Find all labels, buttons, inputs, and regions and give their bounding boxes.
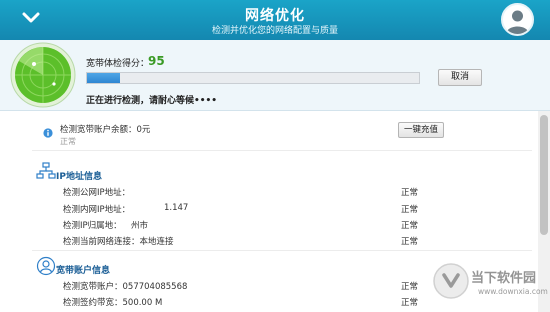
ip-row-status: 正常 [401, 237, 419, 247]
scan-progress-bar [86, 72, 420, 84]
window-title: 网络优化 [245, 8, 305, 24]
window-subtitle: 检测并优化您的网络配置与质量 [211, 26, 338, 36]
radar-scan-icon [10, 42, 76, 108]
ip-row-value: 1.147 [164, 203, 189, 213]
account-balance-label: 检测宽带账户余额：0元 [60, 125, 151, 135]
ip-row-label: 检测内网IP地址： [63, 205, 131, 215]
ip-row-label: 检测IP归属地： [63, 221, 122, 231]
score-value: 95 [148, 54, 165, 68]
ip-row-label: 检测当前网络连接：本地连接 [63, 237, 174, 247]
score-panel: 宽带体检得分： 95 取消 正在进行检测，请耐心等候•••• [0, 40, 550, 111]
score-label: 宽带体检得分： [86, 59, 150, 69]
account-row-label: 检测宽带账户：057704085568 [63, 282, 188, 292]
account-row-label: 检测签约带宽：500.00 M [63, 298, 163, 308]
results-panel: 检测宽带账户余额：0元 正常 一键充值 IP地址信息 检测公网IP地址： 正常 … [0, 111, 550, 312]
user-account-icon [36, 256, 56, 276]
cancel-button[interactable]: 取消 [438, 69, 482, 86]
account-row-status: 正常 [401, 282, 419, 292]
recharge-button[interactable]: 一键充值 [398, 122, 444, 138]
vertical-scrollbar[interactable] [538, 111, 550, 312]
network-topology-icon [36, 162, 56, 180]
ip-section-title: IP地址信息 [56, 172, 102, 182]
scan-progress-fill [87, 73, 121, 83]
ip-row-status: 正常 [401, 221, 419, 231]
title-bar: 网络优化 检测并优化您的网络配置与质量 [0, 0, 550, 40]
ip-row-label: 检测公网IP地址： [63, 188, 131, 198]
ip-row-value: 州市 [131, 221, 149, 231]
user-avatar-icon[interactable] [501, 3, 534, 36]
divider [32, 250, 532, 251]
scan-status-text: 正在进行检测，请耐心等候•••• [86, 96, 218, 106]
account-row-status: 正常 [401, 298, 419, 308]
scrollbar-thumb[interactable] [540, 115, 548, 235]
ip-row-status: 正常 [401, 188, 419, 198]
divider [32, 150, 532, 151]
ip-row-status: 正常 [401, 205, 419, 215]
account-section-title: 宽带账户信息 [56, 266, 111, 276]
account-balance-status: 正常 [60, 137, 76, 146]
info-icon [43, 123, 53, 138]
